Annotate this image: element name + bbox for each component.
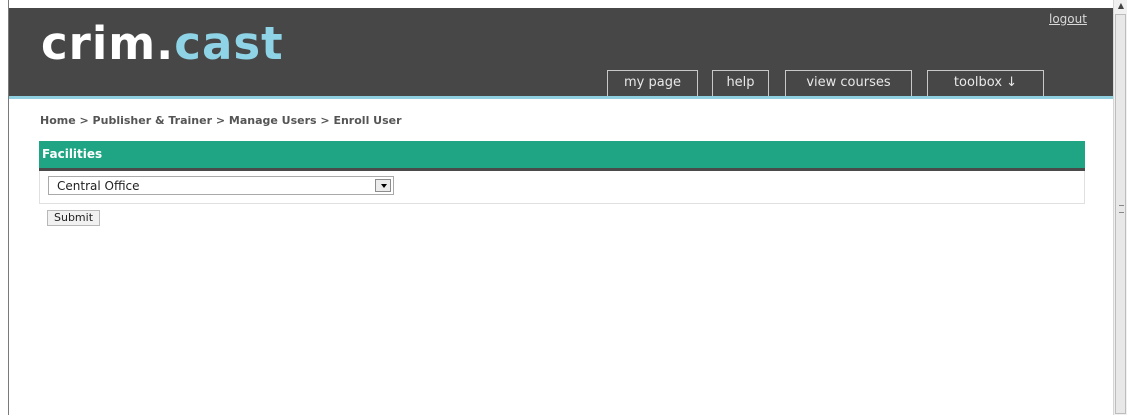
facilities-panel-header: Facilities [39,141,1085,171]
logo-text-cast: cast [174,17,284,70]
tab-help[interactable]: help [712,70,769,96]
facilities-panel-title: Facilities [42,147,103,161]
vertical-scrollbar[interactable]: ▲ [1113,0,1127,415]
breadcrumb: Home > Publisher & Trainer > Manage User… [40,114,402,127]
facility-select[interactable]: Central Office [48,176,394,195]
tab-toolbox[interactable]: toolbox ↓ [927,70,1044,96]
tab-view-courses[interactable]: view courses [785,70,912,96]
crimcast-logo[interactable]: crim.cast [41,14,284,74]
facility-select-value: Central Office [57,179,140,193]
tab-my-page[interactable]: my page [607,70,698,96]
logout-link[interactable]: logout [1049,12,1087,26]
dropdown-arrow-icon[interactable] [375,179,391,192]
scroll-up-arrow-icon[interactable]: ▲ [1115,0,1127,12]
header-accent-line [9,96,1113,99]
scroll-thumb[interactable] [1115,14,1126,414]
submit-button[interactable]: Submit [47,210,100,226]
scroll-grip-icon [1119,205,1124,213]
logo-text-crim: crim. [41,17,175,70]
